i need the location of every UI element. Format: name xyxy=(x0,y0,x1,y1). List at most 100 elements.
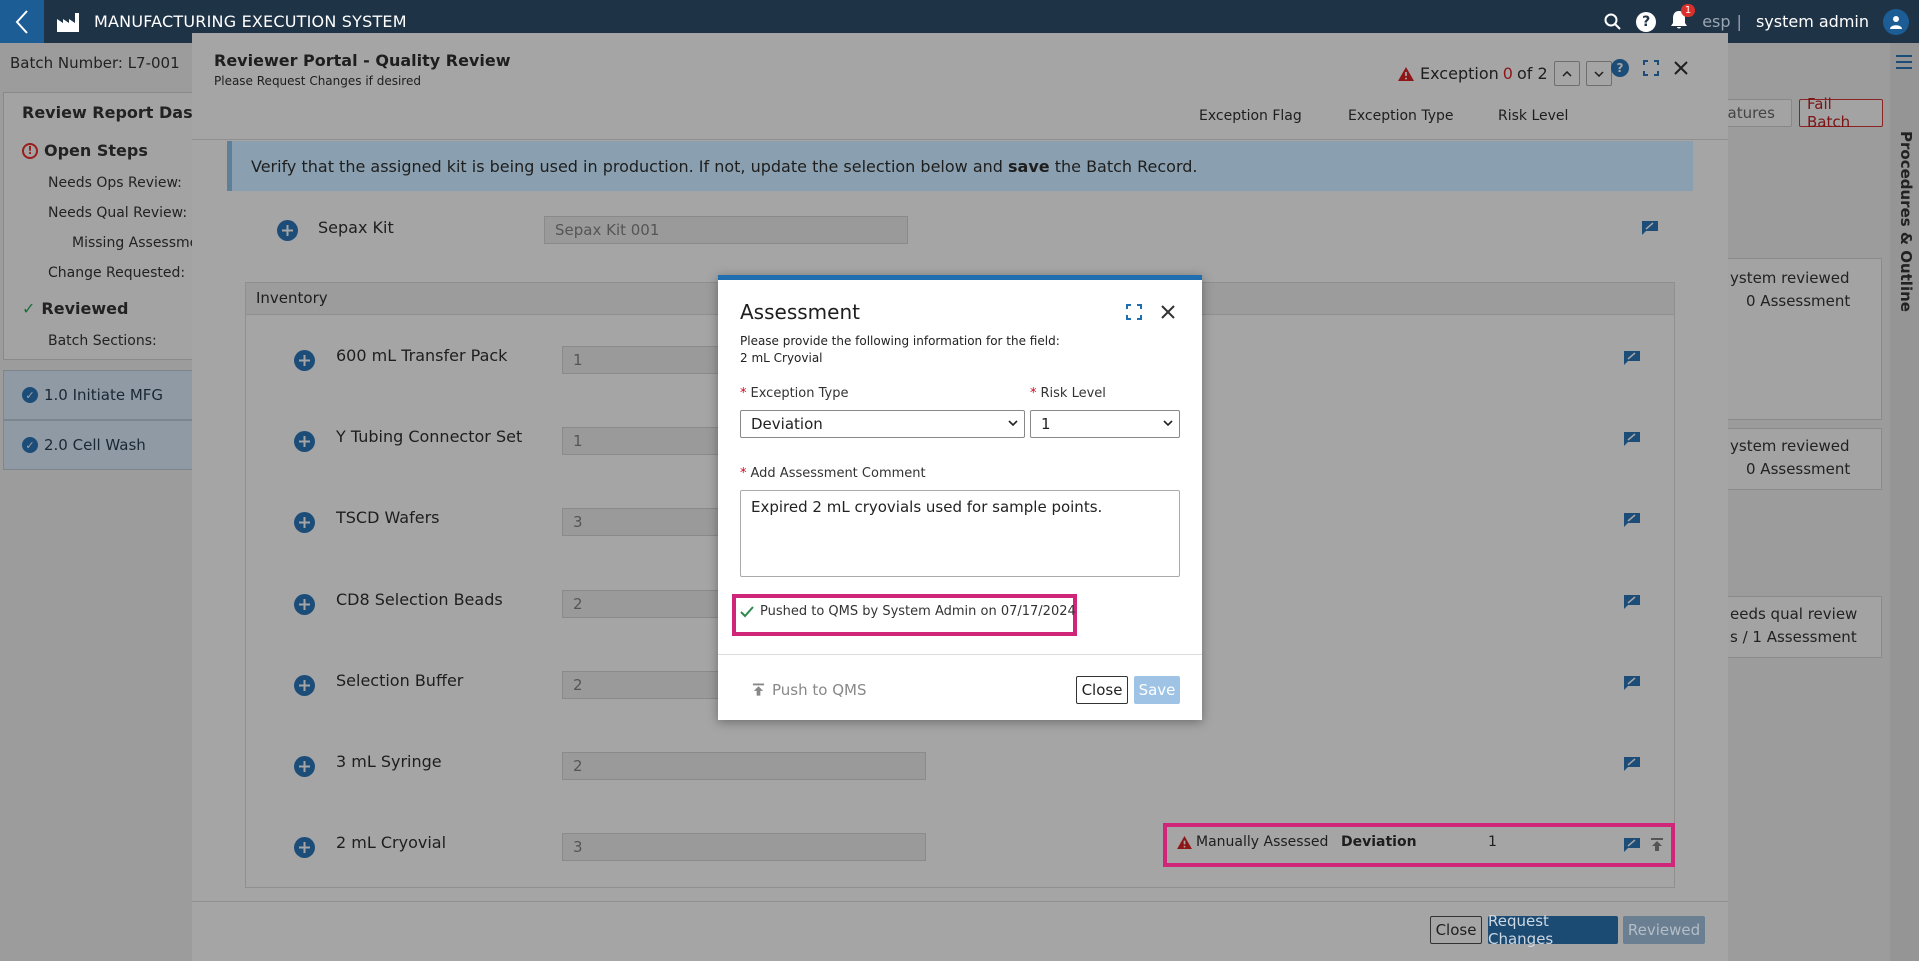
banner-text: Verify that the assigned kit is being us… xyxy=(251,156,1003,176)
expand-plus-icon[interactable] xyxy=(294,431,315,452)
help-icon[interactable]: ? xyxy=(1636,11,1657,32)
reviewed-heading[interactable]: ✓ Reviewed xyxy=(22,299,128,318)
expand-plus-icon[interactable] xyxy=(294,756,315,777)
search-icon[interactable] xyxy=(1604,13,1622,31)
sepax-kit-input[interactable]: Sepax Kit 001 xyxy=(544,216,908,244)
section-cell-wash[interactable]: ✓ 2.0 Cell Wash xyxy=(3,420,193,470)
needs-ops-review[interactable]: Needs Ops Review: xyxy=(48,175,182,191)
portal-close-button[interactable]: Close xyxy=(1430,916,1482,944)
review-dashboard-panel: Review Report Dashboa ! Open Steps Needs… xyxy=(3,92,237,360)
pushed-status-text: Pushed to QMS by System Admin on 07/17/2… xyxy=(760,604,1076,619)
reviewed-button[interactable]: Reviewed xyxy=(1623,916,1705,944)
section-label: 1.0 Initiate MFG xyxy=(44,386,164,404)
portal-title: Reviewer Portal - Quality Review xyxy=(214,51,511,70)
comment-edit-icon[interactable] xyxy=(1624,757,1640,771)
expand-plus-icon[interactable] xyxy=(294,512,315,533)
open-steps-label: Open Steps xyxy=(44,141,148,160)
language-toggle[interactable]: esp xyxy=(1702,12,1730,31)
comment-edit-icon[interactable] xyxy=(1642,221,1658,235)
batch-sections[interactable]: Batch Sections: xyxy=(48,333,157,349)
back-button[interactable] xyxy=(0,0,44,43)
expand-plus-icon[interactable] xyxy=(294,675,315,696)
col-exception-type: Exception Type xyxy=(1348,108,1454,124)
dialog-description: Please provide the following information… xyxy=(740,333,1060,367)
push-to-qms-button[interactable]: Push to QMS xyxy=(752,681,866,699)
dialog-save-button[interactable]: Save xyxy=(1134,676,1180,704)
item-label: Y Tubing Connector Set xyxy=(336,427,523,446)
procedures-outline-tab[interactable]: Procedures & Outline xyxy=(1890,43,1919,961)
exception-type-select[interactable]: Deviation xyxy=(740,410,1025,438)
exception-type-label-text: Exception Type xyxy=(750,386,849,401)
request-changes-button[interactable]: Request Changes xyxy=(1488,912,1618,948)
portal-footer: Close Request Changes Reviewed xyxy=(192,901,1728,961)
close-icon[interactable] xyxy=(1160,304,1176,320)
notifications-button[interactable]: 1 xyxy=(1670,3,1696,34)
expand-icon[interactable] xyxy=(1643,60,1659,76)
item-label: TSCD Wafers xyxy=(336,508,440,527)
portal-subtitle: Please Request Changes if desired xyxy=(214,74,421,88)
comment-edit-icon[interactable] xyxy=(1624,351,1640,365)
needs-qual-review[interactable]: Needs Qual Review: xyxy=(48,205,187,221)
expand-icon[interactable] xyxy=(1126,304,1142,320)
check-circle-icon: ✓ xyxy=(22,387,38,403)
chevron-up-icon xyxy=(1562,70,1572,77)
risk-level-select[interactable]: 1 xyxy=(1030,410,1180,438)
expand-plus-icon[interactable] xyxy=(277,220,298,241)
change-requested[interactable]: Change Requested: xyxy=(48,265,185,281)
expand-plus-icon[interactable] xyxy=(294,594,315,615)
risk-level-label-text: Risk Level xyxy=(1040,386,1106,401)
dialog-divider xyxy=(718,654,1202,655)
exception-flag-text: Manually Assessed xyxy=(1196,834,1329,850)
dialog-close-button[interactable]: Close xyxy=(1076,676,1128,704)
comment-label-text: Add Assessment Comment xyxy=(750,466,926,481)
warning-icon xyxy=(1177,835,1192,849)
dialog-description-line: Please provide the following information… xyxy=(740,334,1060,348)
col-exception-flag: Exception Flag xyxy=(1199,108,1302,124)
comment-edit-icon[interactable] xyxy=(1624,595,1640,609)
push-upload-icon[interactable] xyxy=(1650,838,1664,852)
next-exception-button[interactable] xyxy=(1585,61,1612,86)
comment-edit-icon[interactable] xyxy=(1624,432,1640,446)
separator: | xyxy=(1736,12,1742,31)
dialog-field-name: 2 mL Cryovial xyxy=(740,351,823,365)
previous-exception-button[interactable] xyxy=(1553,61,1580,86)
item-label: Selection Buffer xyxy=(336,671,464,690)
status-card-3: eeds qual review s / 1 Assessment xyxy=(1727,596,1882,658)
expand-plus-icon[interactable] xyxy=(294,837,315,858)
item-label: CD8 Selection Beads xyxy=(336,590,503,609)
status-text: eeds qual review xyxy=(1730,605,1858,623)
factory-logo-icon xyxy=(56,9,82,35)
exception-label: Exception xyxy=(1420,64,1499,83)
expand-plus-icon[interactable] xyxy=(294,350,315,371)
pushed-status: Pushed to QMS by System Admin on 07/17/2… xyxy=(740,604,1076,619)
chevron-left-icon xyxy=(15,9,28,34)
fail-batch-button[interactable]: Fail Batch xyxy=(1799,95,1883,131)
check-circle-icon: ✓ xyxy=(22,437,38,453)
comment-edit-icon[interactable] xyxy=(1624,513,1640,527)
status-card-2: ystem reviewed 0 Assessment xyxy=(1727,428,1882,490)
exception-type-value: Deviation xyxy=(1341,834,1417,850)
user-avatar-icon[interactable] xyxy=(1883,8,1909,35)
item-input[interactable]: 2 xyxy=(562,752,926,780)
close-icon[interactable] xyxy=(1673,60,1689,76)
item-input[interactable]: 3 xyxy=(562,833,926,861)
comment-edit-icon[interactable] xyxy=(1624,676,1640,690)
help-icon[interactable]: ? xyxy=(1611,59,1629,77)
section-label: 2.0 Cell Wash xyxy=(44,436,146,454)
section-initiate-mfg[interactable]: ✓ 1.0 Initiate MFG xyxy=(3,370,193,420)
user-name[interactable]: system admin xyxy=(1756,12,1869,31)
item-label: 2 mL Cryovial xyxy=(336,833,447,852)
notification-count: 1 xyxy=(1680,3,1696,17)
status-card-1: ystem reviewed 0 Assessment xyxy=(1727,258,1882,420)
comment-label: * Add Assessment Comment xyxy=(740,466,926,481)
exception-navigator: Exception 0 of 2 xyxy=(1398,61,1612,86)
comment-edit-icon[interactable] xyxy=(1624,838,1640,852)
assessment-dialog: Assessment Please provide the following … xyxy=(718,275,1202,720)
chevron-down-icon xyxy=(1163,420,1173,427)
open-steps-heading[interactable]: ! Open Steps xyxy=(22,141,148,160)
reviewed-label: Reviewed xyxy=(41,299,129,318)
push-to-qms-label: Push to QMS xyxy=(772,681,867,699)
assessment-count: 0 Assessment xyxy=(1746,460,1851,478)
exception-total: of 2 xyxy=(1516,64,1548,83)
assessment-comment-textarea[interactable]: Expired 2 mL cryovials used for sample p… xyxy=(740,490,1180,577)
